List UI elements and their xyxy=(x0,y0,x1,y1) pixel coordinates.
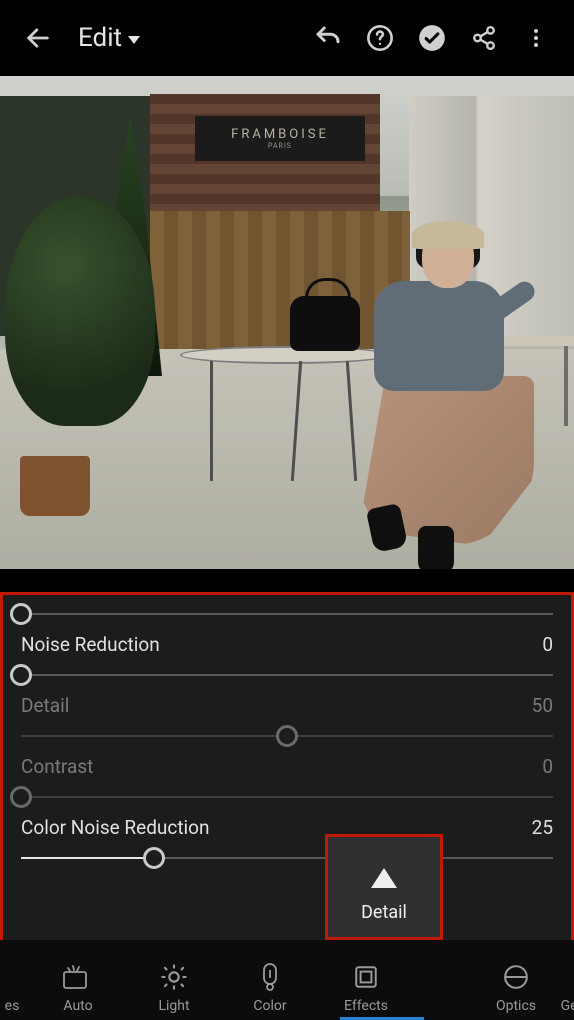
active-tab-label: Detail xyxy=(361,902,407,923)
auto-icon xyxy=(63,962,93,992)
slider-label: Detail xyxy=(21,694,69,717)
effects-icon xyxy=(353,962,379,992)
nav-label: es xyxy=(5,998,20,1014)
nav-item-auto[interactable]: Auto xyxy=(30,946,126,1014)
slider-row xyxy=(21,599,553,629)
checkmark-icon[interactable] xyxy=(410,16,454,60)
nav-item-geometry[interactable]: Geometry xyxy=(556,946,574,1014)
slider-label: Contrast xyxy=(21,755,93,778)
share-icon[interactable] xyxy=(462,16,506,60)
slider-track[interactable] xyxy=(21,721,553,751)
detail-panel: Noise Reduction 0 Detail 50 Contrast 0 C… xyxy=(0,592,574,940)
slider-value: 0 xyxy=(542,755,553,778)
nav-item-light[interactable]: Light xyxy=(126,946,222,1014)
nav-label: Effects xyxy=(344,998,388,1014)
nav-item-effects[interactable]: Effects xyxy=(318,946,414,1014)
slider-track[interactable] xyxy=(21,599,553,629)
help-icon[interactable] xyxy=(358,16,402,60)
slider-track[interactable] xyxy=(21,843,553,873)
slider-color-noise-reduction: Color Noise Reduction 25 xyxy=(21,816,553,873)
light-icon xyxy=(160,962,188,992)
more-icon[interactable] xyxy=(514,16,558,60)
top-bar: Edit xyxy=(0,0,574,76)
nav-item-color[interactable]: Color xyxy=(222,946,318,1014)
nav-label: Color xyxy=(253,998,286,1014)
nav-label: Light xyxy=(158,998,189,1014)
back-icon[interactable] xyxy=(16,16,60,60)
bottom-nav: es Auto Light Color Effects Detail Optic… xyxy=(0,940,574,1020)
color-icon xyxy=(260,962,280,992)
slider-contrast: Contrast 0 xyxy=(21,755,553,812)
slider-value: 25 xyxy=(532,816,553,839)
edit-label: Edit xyxy=(78,23,122,53)
slider-noise-reduction: Noise Reduction 0 xyxy=(21,633,553,690)
chevron-down-icon xyxy=(128,36,140,44)
slider-track[interactable] xyxy=(21,660,553,690)
slider-label: Color Noise Reduction xyxy=(21,816,210,839)
slider-value: 50 xyxy=(532,694,553,717)
sign-subtext: PARIS xyxy=(268,142,292,150)
nav-label: Auto xyxy=(63,998,92,1014)
slider-track[interactable] xyxy=(21,782,553,812)
sign-text: FRAMBOISE xyxy=(231,127,329,142)
slider-detail: Detail 50 xyxy=(21,694,553,751)
arrow-up-icon xyxy=(371,868,397,888)
storefront-sign: FRAMBOISE PARIS xyxy=(195,116,365,161)
slider-label: Noise Reduction xyxy=(21,633,160,656)
nav-item-profiles[interactable]: es xyxy=(0,946,30,1014)
nav-label: Detail xyxy=(444,998,480,1014)
undo-icon[interactable] xyxy=(306,16,350,60)
edit-dropdown[interactable]: Edit xyxy=(68,23,150,53)
slider-value: 0 xyxy=(542,633,553,656)
nav-label: Geometry xyxy=(561,998,574,1014)
photo-preview[interactable]: FRAMBOISE PARIS xyxy=(0,76,574,569)
active-tab-indicator[interactable]: Detail xyxy=(325,834,443,940)
